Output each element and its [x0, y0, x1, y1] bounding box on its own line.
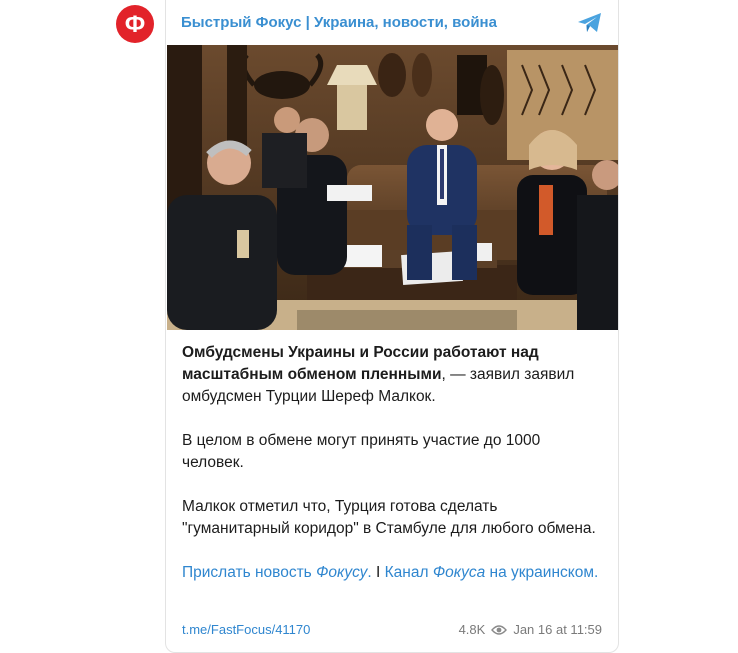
post-meta: 4.8K Jan 16 at 11:59 — [459, 622, 602, 637]
post-photo[interactable] — [167, 45, 618, 330]
send-news-link[interactable]: Прислать новость Фокусу. — [182, 564, 372, 581]
post-link[interactable]: t.me/FastFocus/41170 — [182, 622, 310, 637]
post-paragraph-3: Малкок отметил что, Турция готова сделат… — [182, 498, 596, 537]
post-text: Омбудсмены Украины и России работают над… — [182, 342, 602, 606]
channel-title[interactable]: Быстрый Фокус | Украина, новости, война — [181, 12, 497, 34]
post-card: Быстрый Фокус | Украина, новости, война — [165, 0, 619, 653]
post-paragraph-1: Омбудсмены Украины и России работают над… — [182, 342, 602, 408]
eye-icon — [491, 624, 508, 635]
ukrainian-channel-link[interactable]: Канал Фокуса на украинском. — [385, 564, 599, 581]
post-links: Прислать новость Фокусу. I Канал Фокуса … — [182, 562, 602, 584]
post-header: Быстрый Фокус | Украина, новости, война — [181, 12, 603, 36]
post-paragraph-2: В целом в обмене могут принять участие д… — [182, 432, 541, 471]
views-count: 4.8K — [458, 622, 486, 637]
focus-logo-icon: Ф — [116, 5, 154, 43]
post-date: Jan 16 at 11:59 — [513, 622, 602, 637]
post-footer: t.me/FastFocus/41170 4.8K Jan 16 at 11:5… — [182, 622, 602, 640]
svg-text:Ф: Ф — [125, 11, 145, 38]
links-separator: I — [371, 564, 385, 581]
telegram-share-icon[interactable] — [577, 12, 603, 34]
channel-avatar[interactable]: Ф — [115, 4, 155, 44]
